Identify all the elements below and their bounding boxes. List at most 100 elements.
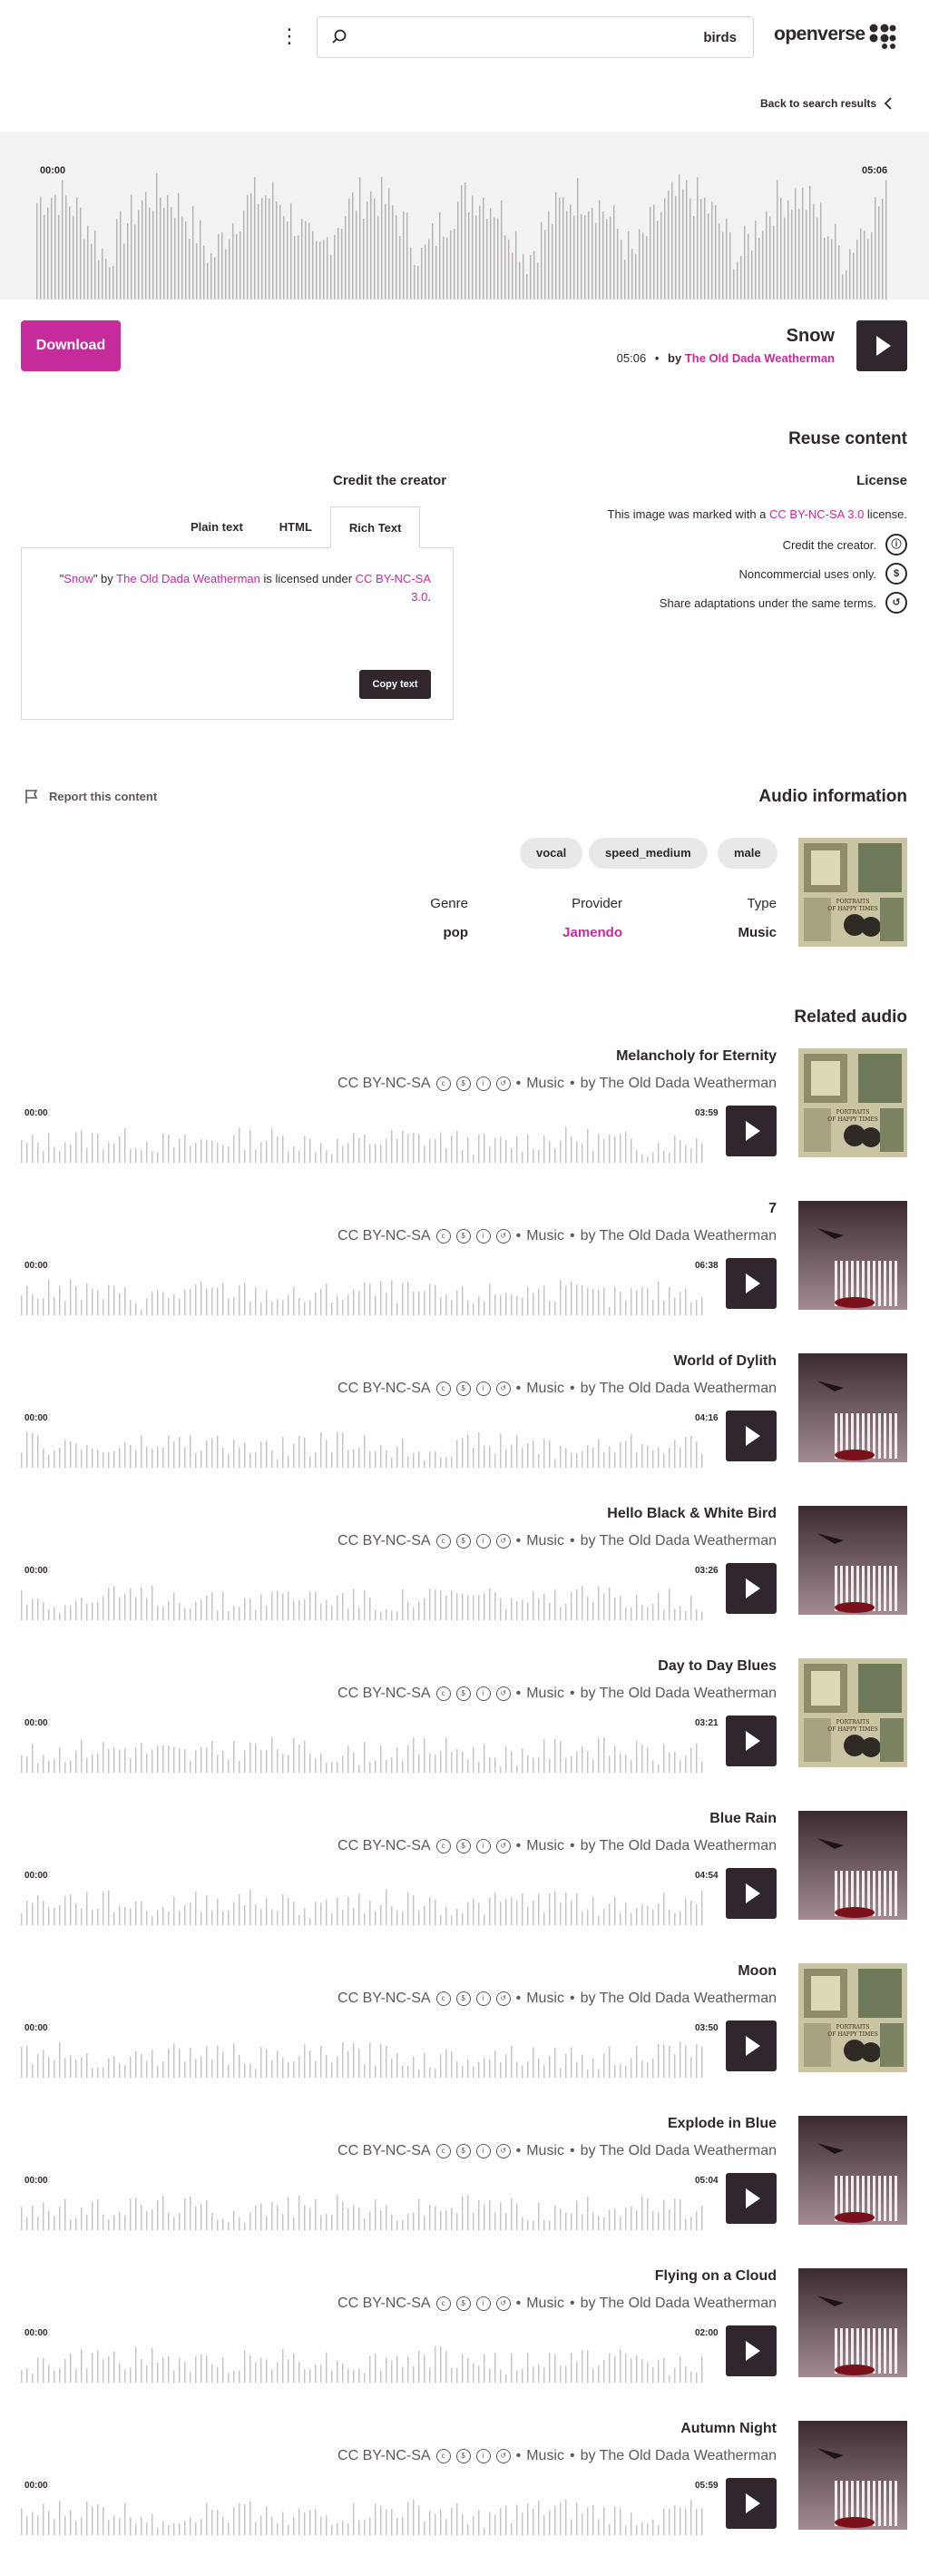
- waveform-bar: [342, 1145, 344, 1163]
- credit-license-link[interactable]: CC BY-NC-SA 3.0: [356, 572, 431, 604]
- related-play-button[interactable]: [726, 1716, 777, 1766]
- cc-icon: c: [435, 1229, 451, 1244]
- tab-html[interactable]: HTML: [261, 506, 330, 548]
- waveform-bar: [751, 250, 753, 300]
- license-intro: This image was marked with a CC BY-NC-SA…: [608, 507, 907, 521]
- waveform-bar: [631, 2512, 632, 2535]
- related-waveform[interactable]: [21, 1273, 710, 1315]
- related-title[interactable]: 7: [768, 1201, 777, 1217]
- related-play-button[interactable]: [726, 1411, 777, 1461]
- waveform-bar: [571, 2047, 572, 2078]
- main-waveform[interactable]: 00:00 05:06: [0, 132, 929, 300]
- related-waveform[interactable]: [21, 2341, 710, 2383]
- related-waveform[interactable]: [21, 2493, 710, 2535]
- menu-icon[interactable]: ⋮: [279, 24, 299, 49]
- license-link[interactable]: CC BY-NC-SA 3.0: [769, 507, 864, 521]
- related-play-button[interactable]: [726, 1563, 777, 1614]
- provider-link[interactable]: Jamendo: [562, 925, 622, 940]
- related-artist[interactable]: by The Old Dada Weatherman: [581, 1228, 777, 1244]
- related-waveform[interactable]: [21, 1731, 710, 1773]
- waveform-bar: [620, 1291, 621, 1315]
- related-item[interactable]: Melancholy for Eternity CC BY-NC-SA c $ …: [0, 1048, 929, 1201]
- related-item[interactable]: Autumn Night CC BY-NC-SA c $ i ↺ • Music…: [0, 2421, 929, 2573]
- copy-text-button[interactable]: Copy text: [359, 670, 431, 699]
- related-title[interactable]: Autumn Night: [680, 2421, 777, 2437]
- related-artist[interactable]: by The Old Dada Weatherman: [581, 1838, 777, 1854]
- tab-plain-text[interactable]: Plain text: [172, 506, 261, 548]
- waveform-bar: [560, 1280, 562, 1315]
- waveform-bar: [407, 2502, 409, 2535]
- search-input[interactable]: birds: [317, 16, 754, 58]
- report-content-link[interactable]: Report this content: [24, 788, 157, 804]
- related-play-button[interactable]: [726, 1106, 777, 1156]
- related-artist[interactable]: by The Old Dada Weatherman: [581, 1686, 777, 1702]
- related-item[interactable]: Explode in Blue CC BY-NC-SA c $ i ↺ • Mu…: [0, 2116, 929, 2268]
- tag-vocal[interactable]: vocal: [520, 838, 583, 869]
- related-waveform[interactable]: [21, 1426, 710, 1468]
- waveform-bar: [190, 1145, 191, 1163]
- waveform-bar: [86, 2501, 88, 2535]
- tag-speed-medium[interactable]: speed_medium: [589, 838, 708, 869]
- related-item[interactable]: Flying on a Cloud CC BY-NC-SA c $ i ↺ • …: [0, 2268, 929, 2421]
- related-artist[interactable]: by The Old Dada Weatherman: [581, 1076, 777, 1092]
- brand-name[interactable]: openverse: [774, 24, 865, 45]
- related-artist[interactable]: by The Old Dada Weatherman: [581, 2143, 777, 2159]
- cc-sa-icon: ↺: [495, 1686, 511, 1701]
- related-play-button[interactable]: [726, 1258, 777, 1309]
- waveform-bar: [162, 1906, 164, 1925]
- waveform-bar: [663, 2044, 665, 2078]
- license-term-by: Credit the creator. ⓘ: [783, 534, 907, 556]
- waveform-bar: [293, 2353, 295, 2383]
- related-title[interactable]: Blue Rain: [709, 1811, 777, 1827]
- related-title[interactable]: Flying on a Cloud: [655, 2268, 777, 2285]
- credit-heading: Credit the creator: [333, 473, 447, 488]
- related-item[interactable]: 7 CC BY-NC-SA c $ i ↺ • Music • by The O…: [0, 1201, 929, 1353]
- tag-male[interactable]: male: [718, 838, 777, 869]
- waveform-bar: [674, 2368, 676, 2383]
- tab-rich-text[interactable]: Rich Text: [329, 506, 421, 548]
- related-artist[interactable]: by The Old Dada Weatherman: [581, 1533, 777, 1549]
- related-artist[interactable]: by The Old Dada Weatherman: [581, 2448, 777, 2464]
- related-waveform[interactable]: [21, 1578, 710, 1620]
- related-waveform[interactable]: [21, 1121, 710, 1163]
- related-play-button[interactable]: [726, 2020, 777, 2071]
- openverse-logo-icon[interactable]: [869, 24, 896, 49]
- related-waveform[interactable]: [21, 2036, 710, 2078]
- related-play-button[interactable]: [726, 2173, 777, 2224]
- related-artist[interactable]: by The Old Dada Weatherman: [581, 2296, 777, 2312]
- waveform-bar: [494, 1138, 496, 1163]
- related-item[interactable]: Day to Day Blues CC BY-NC-SA c $ i ↺ • M…: [0, 1658, 929, 1811]
- waveform-bar: [146, 1911, 148, 1925]
- related-item[interactable]: Blue Rain CC BY-NC-SA c $ i ↺ • Music • …: [0, 1811, 929, 1963]
- related-artist[interactable]: by The Old Dada Weatherman: [581, 1991, 777, 2007]
- waveform-bar: [249, 1742, 251, 1773]
- related-waveform[interactable]: [21, 1883, 710, 1925]
- play-button[interactable]: [856, 320, 907, 371]
- waveform-bar: [522, 1748, 523, 1773]
- related-waveform[interactable]: [21, 2188, 710, 2230]
- waveform-bar: [410, 247, 412, 300]
- waveform-bar: [614, 2208, 616, 2230]
- artist-link[interactable]: The Old Dada Weatherman: [685, 351, 835, 365]
- waveform-bar: [309, 1754, 311, 1773]
- related-item[interactable]: World of Dylith CC BY-NC-SA c $ i ↺ • Mu…: [0, 1353, 929, 1506]
- related-title[interactable]: Melancholy for Eternity: [616, 1048, 777, 1065]
- waveform-bar: [282, 1754, 284, 1773]
- credit-artist-link[interactable]: The Old Dada Weatherman: [116, 572, 260, 585]
- related-play-button[interactable]: [726, 1868, 777, 1919]
- related-item[interactable]: Moon CC BY-NC-SA c $ i ↺ • Music • by Th…: [0, 1963, 929, 2116]
- related-title[interactable]: Explode in Blue: [668, 2116, 777, 2132]
- related-play-button[interactable]: [726, 2325, 777, 2376]
- download-button[interactable]: Download: [21, 320, 121, 371]
- related-title[interactable]: Day to Day Blues: [658, 1658, 777, 1675]
- related-title[interactable]: World of Dylith: [674, 1353, 777, 1370]
- related-artist[interactable]: by The Old Dada Weatherman: [581, 1381, 777, 1397]
- related-title[interactable]: Moon: [738, 1963, 777, 1980]
- waveform-bar: [375, 1609, 376, 1620]
- waveform-bar: [353, 1289, 355, 1315]
- related-title[interactable]: Hello Black & White Bird: [607, 1506, 777, 1522]
- related-item[interactable]: Hello Black & White Bird CC BY-NC-SA c $…: [0, 1506, 929, 1658]
- back-to-results-link[interactable]: Back to search results: [760, 97, 893, 110]
- related-play-button[interactable]: [726, 2478, 777, 2529]
- credit-title-link[interactable]: Snow: [64, 572, 93, 585]
